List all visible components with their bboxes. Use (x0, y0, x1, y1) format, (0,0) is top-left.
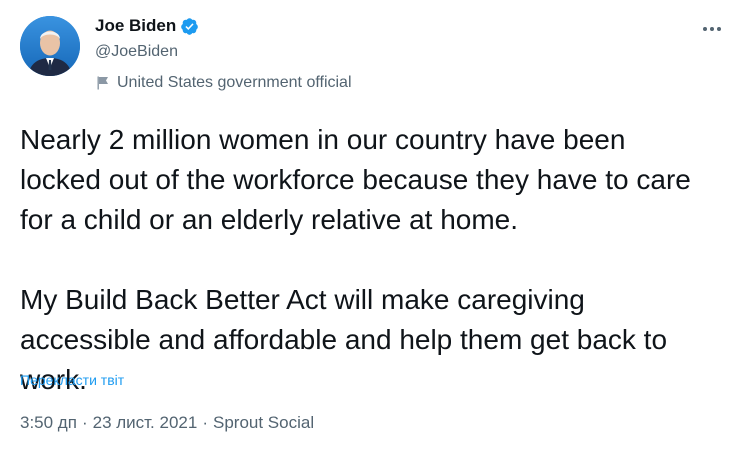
flag-icon (95, 75, 111, 91)
translate-tweet-link[interactable]: Перекласти твіт (20, 372, 124, 388)
meta-separator: · (202, 413, 208, 432)
avatar-image (20, 16, 80, 76)
author-handle[interactable]: @JoeBiden (95, 43, 178, 61)
author-name: Joe Biden (95, 16, 177, 35)
tweet-source[interactable]: Sprout Social (213, 413, 314, 433)
author-name-link[interactable]: Joe Biden (95, 16, 199, 36)
more-options-button[interactable] (698, 14, 726, 42)
account-label-text: United States government official (117, 74, 352, 91)
tweet-meta: 3:50 дп · 23 лист. 2021 · Sprout Social (20, 413, 314, 433)
tweet-text: Nearly 2 million women in our country ha… (20, 124, 691, 395)
account-label[interactable]: United States government official (95, 74, 352, 92)
tweet-date[interactable]: 23 лист. 2021 (93, 413, 198, 433)
tweet: Joe Biden @JoeBiden United States govern… (0, 0, 746, 466)
tweet-time[interactable]: 3:50 дп (20, 413, 77, 433)
avatar[interactable] (20, 16, 80, 76)
more-horizontal-icon (702, 19, 722, 37)
verified-badge-icon (180, 17, 199, 36)
meta-separator: · (81, 413, 88, 432)
